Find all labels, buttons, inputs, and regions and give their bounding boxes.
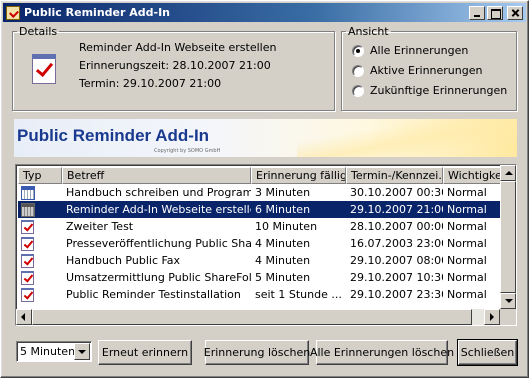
- list-header: Typ Betreff Erinnerung fällig in Termin-…: [18, 167, 501, 184]
- table-row[interactable]: Presseveröffentlichung Public Sha... 4 M…: [18, 235, 501, 252]
- table-row[interactable]: Handbuch Public Fax 4 Minuten 29.10.2007…: [18, 252, 501, 269]
- cell-termin: 29.10.2007 21:00: [350, 203, 443, 216]
- cell-wichtigkeit: Normal: [447, 220, 487, 233]
- view-legend: Ansicht: [348, 25, 389, 38]
- horizontal-scrollbar[interactable]: [16, 309, 516, 325]
- task-icon: [21, 236, 34, 251]
- cell-termin: 28.10.2007 00:00: [350, 220, 443, 233]
- title-bar[interactable]: Public Reminder Add-In: [3, 3, 526, 22]
- cell-betreff: Presseveröffentlichung Public Sha...: [66, 237, 251, 250]
- scroll-left-button[interactable]: [16, 309, 32, 325]
- radio-all-reminders[interactable]: Alle Erinnerungen: [352, 44, 468, 57]
- banner-decoration: [297, 119, 517, 157]
- cell-faellig: 5 Minuten: [255, 271, 311, 284]
- radio-label: Zukünftige Erinnerungen: [370, 84, 508, 97]
- snooze-button[interactable]: Erneut erinnern: [98, 340, 192, 365]
- cell-termin: 29.10.2007 10:30: [350, 271, 443, 284]
- detail-subject: Reminder Add-In Webseite erstellen: [79, 41, 277, 54]
- cell-faellig: 4 Minuten: [255, 254, 311, 267]
- details-group: Details Reminder Add-In Webseite erstell…: [12, 25, 335, 111]
- cell-termin: 29.10.2007 08:00: [350, 254, 443, 267]
- reminder-window: Public Reminder Add-In Details Reminder …: [0, 0, 529, 378]
- app-icon: [6, 5, 20, 20]
- column-header-typ[interactable]: Typ: [18, 167, 62, 184]
- view-group: Ansicht Alle Erinnerungen Aktive Erinner…: [341, 25, 517, 111]
- task-icon: [21, 270, 34, 285]
- radio-future-reminders[interactable]: Zukünftige Erinnerungen: [352, 84, 507, 97]
- column-header-termin[interactable]: Termin-/Kennzei...: [346, 167, 443, 184]
- task-icon: [21, 287, 34, 302]
- close-window-button[interactable]: [507, 5, 523, 20]
- delete-reminder-button[interactable]: Erinnerung löschen: [204, 340, 310, 365]
- cell-faellig: 3 Minuten: [255, 186, 311, 199]
- horizontal-scroll-thumb[interactable]: [32, 309, 472, 325]
- cell-wichtigkeit: Normal: [447, 254, 487, 267]
- scroll-up-button[interactable]: [500, 165, 516, 181]
- table-row-selected[interactable]: Reminder Add-In Webseite erstellen 6 Min…: [18, 201, 501, 218]
- cell-faellig: seit 1 Stunde ...: [255, 288, 342, 301]
- column-header-wichtigkeit[interactable]: Wichtigkeit de: [443, 167, 501, 184]
- task-icon: [21, 253, 34, 268]
- column-header-faellig[interactable]: Erinnerung fällig in: [251, 167, 346, 184]
- task-icon: [32, 54, 56, 84]
- detail-reminder-time: Erinnerungszeit: 28.10.2007 21:00: [79, 59, 271, 72]
- task-icon: [21, 219, 34, 234]
- minimize-button[interactable]: [469, 5, 485, 20]
- radio-label: Alle Erinnerungen: [370, 44, 469, 57]
- radio-button[interactable]: [352, 84, 364, 97]
- banner-copyright: Copyright by SOMO GmbH: [154, 148, 221, 154]
- cell-betreff: Public Reminder Testinstallation: [66, 288, 241, 301]
- cell-termin: 30.10.2007 00:30: [350, 186, 443, 199]
- cell-faellig: 4 Minuten: [255, 237, 311, 250]
- snooze-duration-select[interactable]: 5 Minuten: [16, 341, 92, 362]
- vertical-scroll-thumb[interactable]: [500, 181, 516, 293]
- calendar-icon: [21, 185, 35, 200]
- table-row[interactable]: Public Reminder Testinstallation seit 1 …: [18, 286, 501, 303]
- cell-faellig: 10 Minuten: [255, 220, 318, 233]
- cell-betreff: Handbuch Public Fax: [66, 254, 181, 267]
- cell-wichtigkeit: Normal: [447, 271, 487, 284]
- snooze-duration-value: 5 Minuten: [20, 345, 76, 358]
- cell-wichtigkeit: Normal: [447, 203, 487, 216]
- radio-active-reminders[interactable]: Aktive Erinnerungen: [352, 64, 482, 77]
- table-row[interactable]: Umsatzermittlung Public ShareFolder 5 Mi…: [18, 269, 501, 286]
- cell-betreff: Umsatzermittlung Public ShareFolder: [66, 271, 251, 284]
- calendar-icon: [21, 202, 35, 217]
- radio-button[interactable]: [352, 44, 364, 57]
- banner-title: Public Reminder Add-In: [17, 126, 210, 145]
- cell-wichtigkeit: Normal: [447, 288, 487, 301]
- scroll-right-button[interactable]: [484, 309, 500, 325]
- close-button[interactable]: Schließen: [457, 339, 518, 366]
- detail-due-date: Termin: 29.10.2007 21:00: [79, 77, 222, 90]
- scroll-corner: [500, 309, 516, 325]
- cell-wichtigkeit: Normal: [447, 186, 487, 199]
- cell-betreff: Reminder Add-In Webseite erstellen: [66, 203, 251, 216]
- window-title: Public Reminder Add-In: [24, 6, 170, 19]
- radio-label: Aktive Erinnerungen: [370, 64, 483, 77]
- cell-faellig: 6 Minuten: [255, 203, 311, 216]
- cell-betreff: Zweiter Test: [66, 220, 134, 233]
- cell-betreff: Handbuch schreiben und Program...: [66, 186, 251, 199]
- delete-all-reminders-button[interactable]: Alle Erinnerungen löschen: [310, 340, 454, 365]
- reminder-list[interactable]: Typ Betreff Erinnerung fällig in Termin-…: [15, 164, 517, 326]
- scroll-down-button[interactable]: [500, 293, 516, 309]
- cell-termin: 29.10.2007 23:30: [350, 288, 443, 301]
- radio-button[interactable]: [352, 64, 364, 77]
- maximize-button[interactable]: [487, 5, 503, 20]
- table-row[interactable]: Zweiter Test 10 Minuten 28.10.2007 00:00…: [18, 218, 501, 235]
- list-body: Handbuch schreiben und Program... 3 Minu…: [18, 184, 501, 303]
- details-legend: Details: [19, 25, 58, 38]
- product-banner: Public Reminder Add-In Copyright by SOMO…: [14, 119, 517, 157]
- table-row[interactable]: Handbuch schreiben und Program... 3 Minu…: [18, 184, 501, 201]
- cell-wichtigkeit: Normal: [447, 237, 487, 250]
- column-header-betreff[interactable]: Betreff: [62, 167, 251, 184]
- cell-termin: 16.07.2003 23:00: [350, 237, 443, 250]
- chevron-down-icon[interactable]: [74, 343, 90, 360]
- vertical-scrollbar[interactable]: [500, 165, 516, 325]
